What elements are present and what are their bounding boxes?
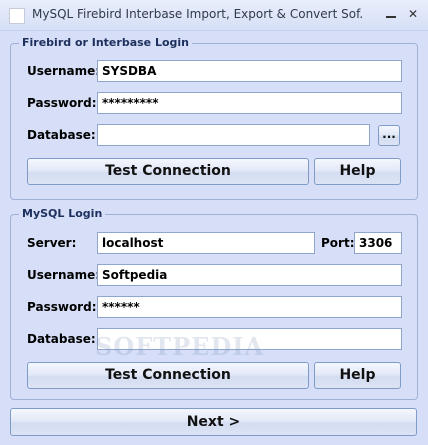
mysql-server-label: Server: (27, 236, 77, 250)
mysql-group-title: MySQL Login (19, 207, 106, 220)
mysql-port-field[interactable] (354, 232, 402, 254)
close-button[interactable]: ✕ (404, 5, 422, 23)
firebird-database-field[interactable] (97, 124, 370, 146)
firebird-database-label: Database: (27, 128, 96, 142)
firebird-password-field[interactable] (97, 92, 402, 114)
title-bar: MySQL Firebird Interbase Import, Export … (0, 0, 428, 31)
mysql-database-label: Database: (27, 332, 96, 346)
mysql-password-label: Password: (27, 300, 97, 314)
firebird-username-label: Username: (27, 64, 101, 78)
mysql-database-field[interactable] (97, 328, 402, 350)
mysql-server-field[interactable] (97, 232, 315, 254)
mysql-port-label: Port: (321, 236, 355, 250)
minimize-icon (386, 16, 396, 18)
firebird-help-button[interactable]: Help (314, 158, 401, 185)
firebird-username-field[interactable] (97, 60, 402, 82)
firebird-test-connection-button[interactable]: Test Connection (27, 158, 309, 185)
firebird-password-label: Password: (27, 96, 97, 110)
close-icon: ✕ (407, 7, 419, 21)
mysql-username-label: Username: (27, 268, 101, 282)
firebird-group-title: Firebird or Interbase Login (19, 36, 192, 49)
app-icon (9, 8, 25, 24)
window-title: MySQL Firebird Interbase Import, Export … (32, 7, 362, 21)
mysql-test-connection-button[interactable]: Test Connection (27, 362, 309, 389)
mysql-username-field[interactable] (97, 264, 402, 286)
minimize-button[interactable] (382, 5, 400, 23)
mysql-password-field[interactable] (97, 296, 402, 318)
next-button[interactable]: Next > (10, 408, 417, 436)
mysql-help-button[interactable]: Help (314, 362, 401, 389)
browse-database-button[interactable]: ... (378, 125, 400, 146)
